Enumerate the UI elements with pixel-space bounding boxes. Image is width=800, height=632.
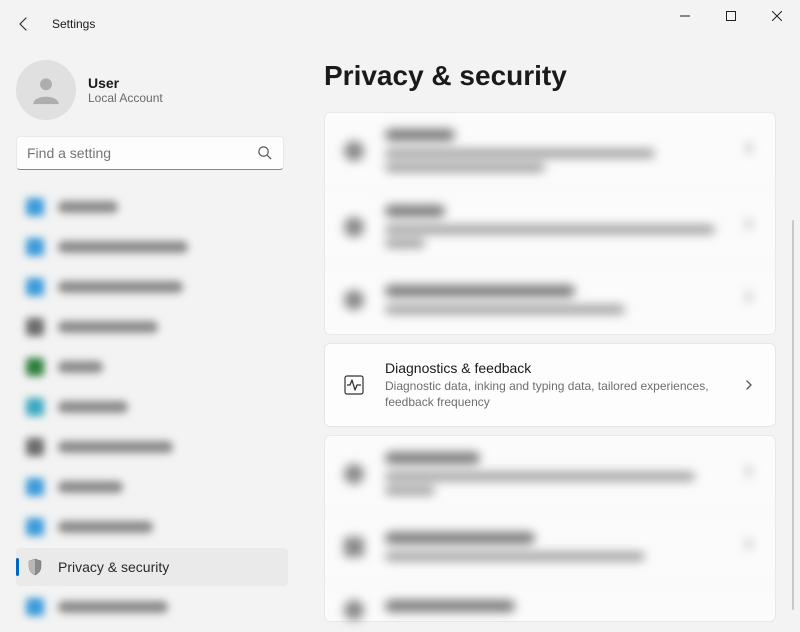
nav-list: Privacy & security bbox=[16, 186, 300, 632]
nav-item[interactable] bbox=[16, 268, 288, 306]
nav-item[interactable] bbox=[16, 228, 288, 266]
settings-group: Diagnostics & feedback Diagnostic data, … bbox=[324, 343, 776, 427]
setting-subtitle: Diagnostic data, inking and typing data,… bbox=[385, 378, 733, 410]
minimize-button[interactable] bbox=[662, 0, 708, 32]
chevron-right-icon bbox=[743, 378, 757, 392]
close-button[interactable] bbox=[754, 0, 800, 32]
scrollbar[interactable] bbox=[792, 220, 794, 610]
sidebar: User Local Account Privacy bbox=[0, 48, 300, 632]
nav-item[interactable] bbox=[16, 468, 288, 506]
nav-label: Privacy & security bbox=[58, 559, 169, 575]
diagnostics-icon bbox=[343, 374, 365, 396]
nav-item-privacy-security[interactable]: Privacy & security bbox=[16, 548, 288, 586]
settings-group bbox=[324, 112, 776, 335]
settings-group bbox=[324, 435, 776, 622]
nav-item[interactable] bbox=[16, 348, 288, 386]
setting-row[interactable] bbox=[325, 511, 775, 581]
setting-row[interactable] bbox=[325, 264, 775, 334]
nav-item[interactable] bbox=[16, 308, 288, 346]
search-input[interactable] bbox=[27, 145, 257, 161]
back-button[interactable] bbox=[4, 4, 44, 44]
account-type: Local Account bbox=[88, 91, 163, 105]
nav-item[interactable] bbox=[16, 428, 288, 466]
user-block[interactable]: User Local Account bbox=[16, 56, 300, 136]
nav-item[interactable] bbox=[16, 388, 288, 426]
app-title: Settings bbox=[52, 17, 95, 31]
search-icon bbox=[257, 145, 273, 161]
page-title: Privacy & security bbox=[324, 60, 776, 92]
shield-icon bbox=[26, 558, 44, 576]
nav-item[interactable] bbox=[16, 188, 288, 226]
setting-title: Diagnostics & feedback bbox=[385, 360, 733, 376]
setting-row[interactable] bbox=[325, 113, 775, 188]
setting-row[interactable] bbox=[325, 188, 775, 264]
main-content: Privacy & security bbox=[300, 48, 800, 632]
username: User bbox=[88, 75, 163, 91]
avatar bbox=[16, 60, 76, 120]
setting-row[interactable] bbox=[325, 436, 775, 511]
setting-row[interactable] bbox=[325, 581, 775, 621]
nav-item[interactable] bbox=[16, 588, 288, 626]
nav-item[interactable] bbox=[16, 508, 288, 546]
setting-diagnostics-feedback[interactable]: Diagnostics & feedback Diagnostic data, … bbox=[325, 344, 775, 426]
search-box[interactable] bbox=[16, 136, 284, 170]
maximize-button[interactable] bbox=[708, 0, 754, 32]
